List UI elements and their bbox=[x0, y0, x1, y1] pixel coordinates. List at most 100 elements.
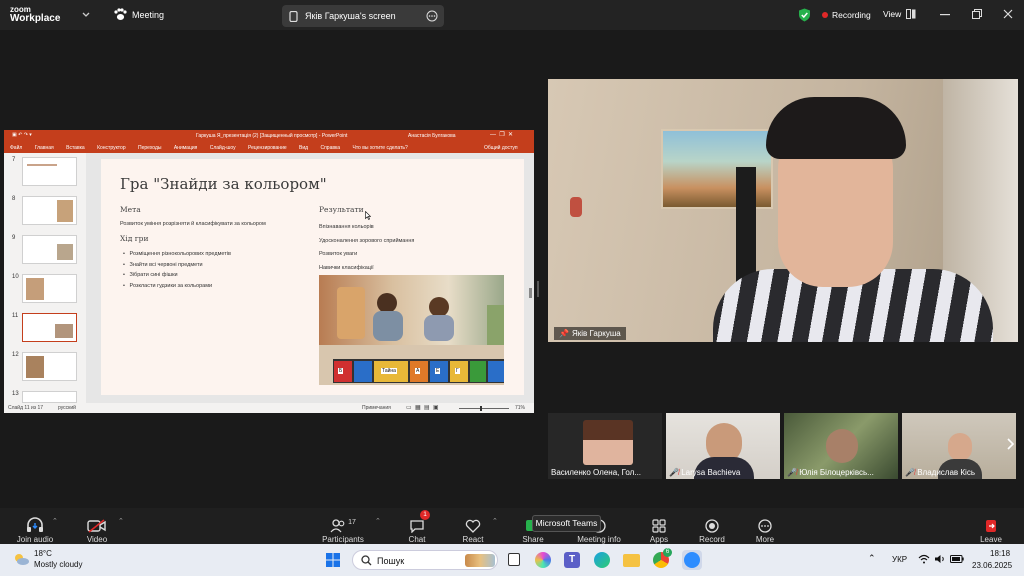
meeting-toolbar: Join audio ⌃ Video ⌃ 17 Participants ⌃ C… bbox=[0, 508, 1024, 544]
apps-button[interactable]: Apps bbox=[642, 508, 676, 544]
step-item: • Розміщення різнокольорових предметів bbox=[123, 251, 231, 257]
thumb-number: 10 bbox=[12, 274, 19, 280]
participant-tile[interactable]: Василенко Олена, Гол... bbox=[548, 413, 662, 479]
screen-share-pill[interactable]: Яків Гаркуша's screen bbox=[282, 5, 444, 27]
slide-thumbnail[interactable] bbox=[22, 274, 77, 303]
ppt-tab[interactable]: Главная bbox=[35, 145, 54, 151]
speaker-video[interactable]: 📌 Яків Гаркуша bbox=[548, 79, 1018, 342]
tray-overflow-icon[interactable]: ⌃ bbox=[868, 553, 876, 564]
restore-icon[interactable] bbox=[972, 9, 982, 19]
ppt-tab[interactable]: Вставка bbox=[66, 145, 85, 151]
record-button[interactable]: Record bbox=[695, 508, 729, 544]
ppt-thumbnail-pane[interactable]: 7 8 9 10 11 12 13 bbox=[4, 153, 86, 403]
zoom-percent[interactable]: 71% bbox=[515, 405, 525, 411]
teams-icon[interactable]: T bbox=[564, 552, 580, 568]
zoom-slider[interactable] bbox=[459, 407, 509, 409]
view-menu[interactable]: View bbox=[883, 9, 916, 19]
clock-date[interactable]: 23.06.2025 bbox=[972, 561, 1012, 570]
ppt-tab[interactable]: Переходы bbox=[138, 145, 161, 151]
ppt-tab[interactable]: Файл bbox=[10, 145, 22, 151]
language-indicator[interactable]: русский bbox=[58, 405, 76, 411]
weather-desc[interactable]: Mostly cloudy bbox=[34, 560, 82, 569]
zoom-logo-line2: Workplace bbox=[10, 13, 61, 24]
battery-icon[interactable] bbox=[950, 555, 964, 563]
apps-icon bbox=[652, 519, 666, 533]
slide-thumbnail[interactable] bbox=[22, 157, 77, 186]
paw-icon bbox=[114, 8, 127, 20]
panel-splitter[interactable] bbox=[537, 281, 539, 297]
clock-time[interactable]: 18:18 bbox=[990, 549, 1010, 558]
result-item: Розвиток уваги bbox=[319, 251, 358, 257]
more-button[interactable]: More bbox=[748, 508, 782, 544]
zoom-slider-thumb[interactable] bbox=[480, 405, 482, 411]
ppt-tell-me[interactable]: Что вы хотите сделать? bbox=[352, 145, 407, 151]
slide-thumbnail[interactable] bbox=[22, 196, 77, 225]
zoom-taskbar-item[interactable] bbox=[682, 550, 702, 570]
participants-button[interactable]: 17 Participants bbox=[320, 508, 366, 544]
keyboard-language[interactable]: УКР bbox=[892, 555, 907, 564]
edge-icon[interactable] bbox=[594, 552, 610, 568]
copilot-icon[interactable] bbox=[535, 552, 551, 568]
file-explorer-icon[interactable] bbox=[623, 554, 640, 567]
participant-tile[interactable]: 🎤̸ Владислав Кісь bbox=[902, 413, 1016, 479]
caret-up-icon[interactable]: ⌃ bbox=[52, 517, 58, 525]
chat-label: Chat bbox=[408, 535, 426, 544]
share-label: Share bbox=[522, 535, 544, 544]
ppt-ribbon-tabs[interactable]: Файл Главная Вставка Конструктор Переход… bbox=[4, 142, 534, 153]
ppt-tab[interactable]: Рецензирование bbox=[248, 145, 287, 151]
shared-powerpoint-window[interactable]: ▣ ↶ ↷ ▾ Гаркуша Я_презентація (2) [Защищ… bbox=[4, 130, 534, 413]
participant-tile[interactable]: 🎤̸ Юлія Білоцерківсь... bbox=[784, 413, 898, 479]
ppt-tab[interactable]: Справка bbox=[320, 145, 340, 151]
thumb-number: 12 bbox=[12, 352, 19, 358]
close-icon[interactable] bbox=[1003, 9, 1013, 19]
weather-temp[interactable]: 18°C bbox=[34, 549, 52, 558]
recording-indicator[interactable]: Recording bbox=[822, 10, 871, 20]
ppt-tab[interactable]: Анимация bbox=[174, 145, 197, 151]
speaker-icon[interactable] bbox=[934, 554, 946, 564]
step-item: • Знайти всі червоні предмети bbox=[123, 261, 203, 268]
box-label: Б bbox=[338, 368, 344, 374]
ppt-quick-access-icon[interactable]: ▣ ↶ ↷ ▾ bbox=[12, 132, 32, 138]
react-button[interactable]: React bbox=[456, 508, 490, 544]
slide-thumbnail-selected[interactable] bbox=[22, 313, 77, 342]
ppt-window-controls-icon[interactable]: — ❐ ✕ bbox=[490, 131, 513, 138]
speaker-name: Яків Гаркуша bbox=[571, 329, 621, 338]
task-view-icon[interactable] bbox=[508, 553, 520, 566]
participant-tile[interactable]: 🎤̸ Larysa Bachieva bbox=[666, 413, 780, 479]
caret-up-icon[interactable]: ⌃ bbox=[118, 517, 124, 525]
wifi-icon[interactable] bbox=[918, 554, 930, 564]
ppt-tab[interactable]: Слайд-шоу bbox=[210, 145, 236, 151]
view-buttons-icon[interactable]: ▭ ▦ ▤ ▣ bbox=[406, 404, 439, 411]
notes-button[interactable]: Примечания bbox=[362, 405, 391, 411]
slide-thumbnail[interactable] bbox=[22, 352, 77, 381]
caret-up-icon[interactable]: ⌃ bbox=[492, 517, 498, 525]
zoom-top-bar: zoom Workplace Meeting Яків Гаркуша's sc… bbox=[0, 0, 1024, 30]
zoom-app-icon bbox=[684, 552, 700, 568]
react-label: React bbox=[462, 535, 484, 544]
taskbar-search-box[interactable]: Пошук bbox=[352, 550, 498, 570]
ppt-share-button[interactable]: Общий доступ bbox=[484, 145, 518, 151]
minimize-icon[interactable] bbox=[940, 14, 950, 16]
more-options-icon[interactable] bbox=[426, 10, 438, 22]
caret-up-icon[interactable]: ⌃ bbox=[375, 517, 381, 525]
more-icon bbox=[758, 519, 772, 533]
chevron-right-icon[interactable] bbox=[1006, 438, 1014, 450]
windows-start-icon[interactable] bbox=[326, 553, 340, 567]
chevron-down-icon[interactable] bbox=[82, 11, 90, 19]
box-label: Тайна bbox=[381, 368, 397, 374]
leave-button[interactable]: Leave bbox=[974, 508, 1008, 544]
ppt-tab[interactable]: Вид bbox=[299, 145, 308, 151]
ppt-scrollbar-thumb[interactable] bbox=[529, 288, 532, 298]
slide-thumbnail[interactable] bbox=[22, 235, 77, 264]
weather-cloud-icon bbox=[15, 554, 29, 565]
thumb-number: 11 bbox=[12, 313, 19, 319]
video-button[interactable]: Video bbox=[80, 508, 114, 544]
meeting-menu[interactable]: Meeting bbox=[113, 8, 164, 21]
participant-name: 🎤̸ Юлія Білоцерківсь... bbox=[787, 468, 874, 477]
join-audio-button[interactable]: Join audio bbox=[14, 508, 56, 544]
slide-results-list: Впізнавання кольорів Удосконалення зоров… bbox=[319, 221, 414, 275]
ppt-tab[interactable]: Конструктор bbox=[97, 145, 126, 151]
shield-check-icon[interactable] bbox=[798, 8, 811, 22]
result-item: Удосконалення зорового сприймання bbox=[319, 237, 415, 244]
slide-thumbnail[interactable] bbox=[22, 391, 77, 403]
